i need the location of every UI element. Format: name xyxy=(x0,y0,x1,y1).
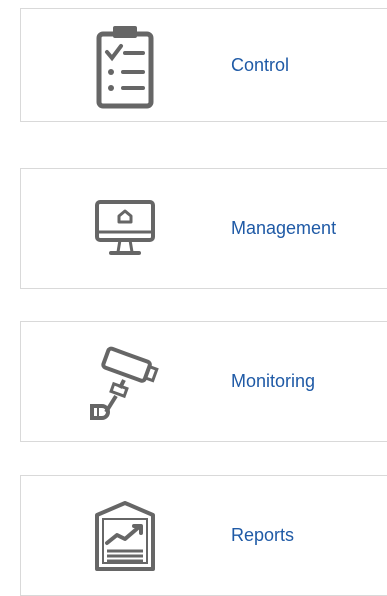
clipboard-checklist-icon xyxy=(77,25,173,109)
menu-card-management[interactable]: Management xyxy=(20,168,387,289)
menu-card-reports[interactable]: Reports xyxy=(20,475,387,596)
menu-label-monitoring[interactable]: Monitoring xyxy=(231,371,315,392)
menu-card-control[interactable]: Control xyxy=(20,8,387,122)
menu-card-monitoring[interactable]: Monitoring xyxy=(20,321,387,442)
monitor-home-icon xyxy=(77,189,173,269)
menu-label-reports[interactable]: Reports xyxy=(231,525,294,546)
menu-label-control[interactable]: Control xyxy=(231,55,289,76)
report-chart-icon xyxy=(77,496,173,576)
menu-label-management[interactable]: Management xyxy=(231,218,336,239)
security-camera-icon xyxy=(77,342,173,422)
